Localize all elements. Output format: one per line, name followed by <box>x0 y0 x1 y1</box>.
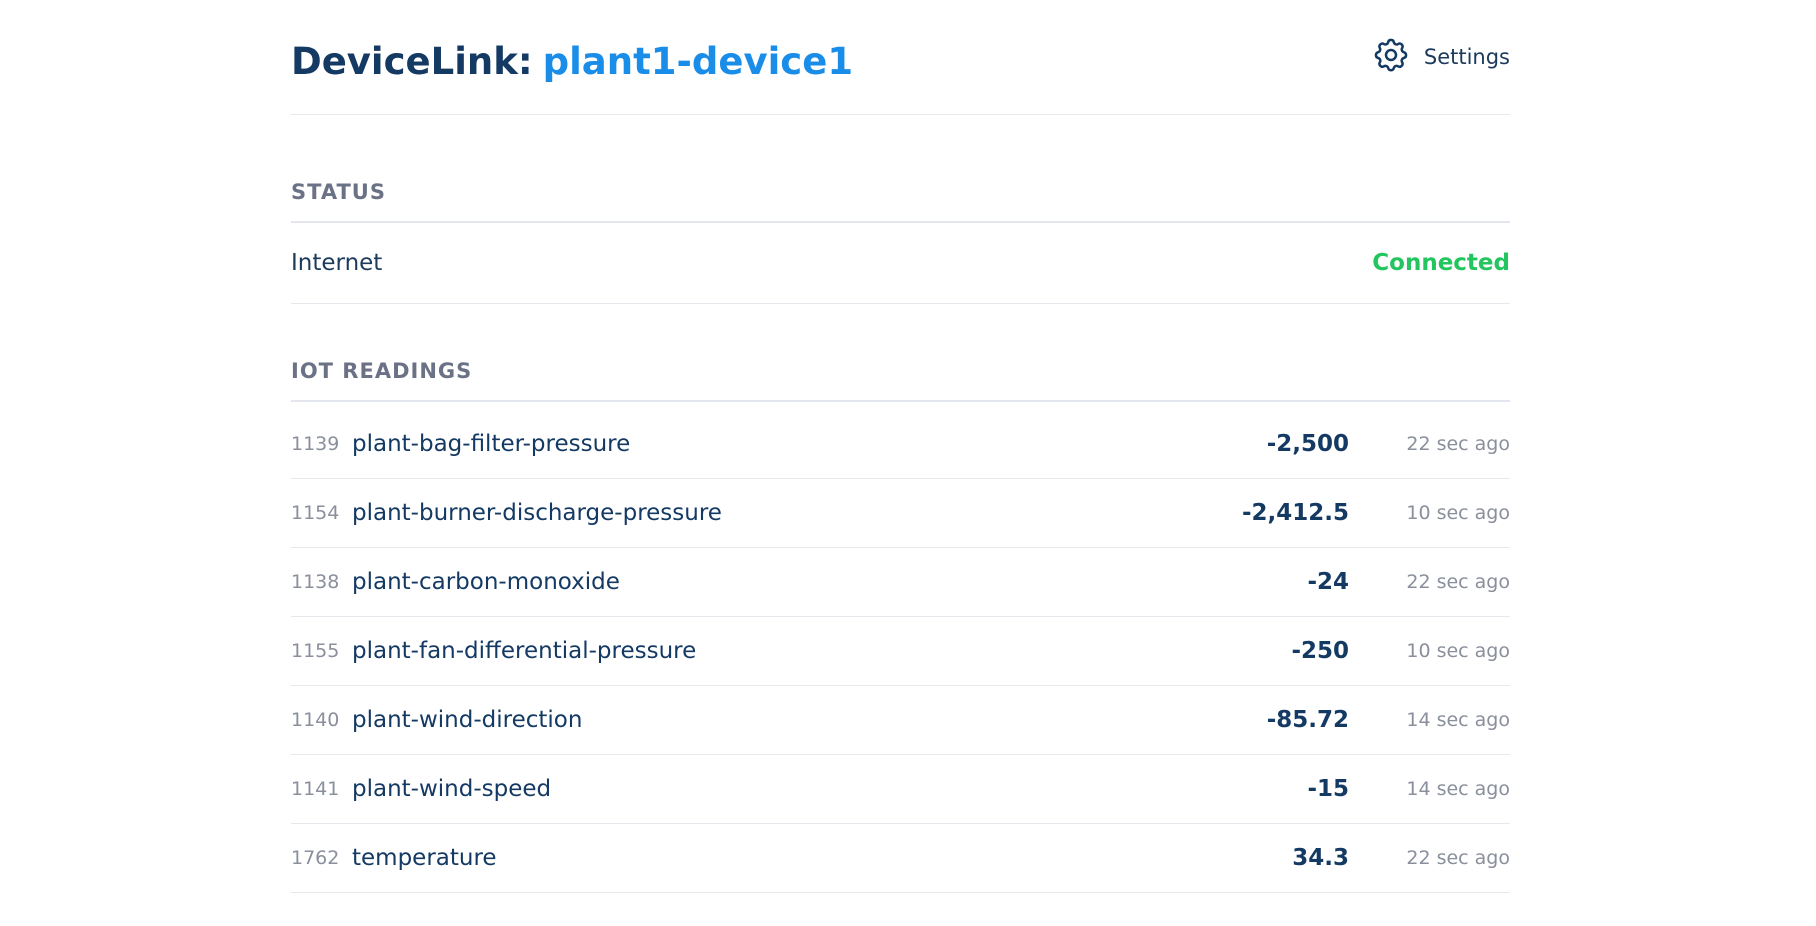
reading-value: -250 <box>1291 638 1349 664</box>
reading-value: -15 <box>1307 776 1349 802</box>
reading-timestamp: 22 sec ago <box>1406 433 1510 455</box>
reading-row[interactable]: 1141 plant-wind-speed -15 14 sec ago <box>291 755 1510 824</box>
reading-name: plant-wind-direction <box>352 707 583 733</box>
settings-label: Settings <box>1423 45 1510 69</box>
reading-value: -85.72 <box>1266 707 1349 733</box>
reading-value: -2,500 <box>1266 431 1349 457</box>
reading-timestamp: 10 sec ago <box>1406 502 1510 524</box>
reading-id: 1155 <box>291 640 340 662</box>
reading-name: plant-fan-differential-pressure <box>352 638 697 664</box>
reading-row[interactable]: 1154 plant-burner-discharge-pressure -2,… <box>291 479 1510 548</box>
status-badge: Connected <box>1372 250 1510 276</box>
page-header: DeviceLink: plant1-device1 Settings <box>291 0 1510 115</box>
reading-name: plant-burner-discharge-pressure <box>352 500 722 526</box>
reading-timestamp: 14 sec ago <box>1406 778 1510 800</box>
reading-value: -2,412.5 <box>1241 500 1349 526</box>
settings-button[interactable]: Settings <box>1371 37 1510 77</box>
main-container: DeviceLink: plant1-device1 Settings STATU… <box>291 0 1510 893</box>
reading-value: -24 <box>1307 569 1349 595</box>
reading-row[interactable]: 1139 plant-bag-filter-pressure -2,500 22… <box>291 410 1510 479</box>
status-label: Internet <box>291 250 383 276</box>
reading-name: plant-carbon-monoxide <box>352 569 620 595</box>
device-name: plant1-device1 <box>542 40 854 83</box>
reading-name: plant-bag-filter-pressure <box>352 431 631 457</box>
readings-list: 1139 plant-bag-filter-pressure -2,500 22… <box>291 410 1510 893</box>
reading-value: 34.3 <box>1292 845 1349 871</box>
reading-id: 1141 <box>291 778 340 800</box>
reading-row[interactable]: 1155 plant-fan-differential-pressure -25… <box>291 617 1510 686</box>
status-row-internet: Internet Connected <box>291 223 1510 304</box>
reading-id: 1154 <box>291 502 340 524</box>
reading-name: plant-wind-speed <box>352 776 552 802</box>
page-title: DeviceLink: plant1-device1 <box>291 37 853 87</box>
reading-id: 1139 <box>291 433 340 455</box>
reading-row[interactable]: 1140 plant-wind-direction -85.72 14 sec … <box>291 686 1510 755</box>
reading-row[interactable]: 1762 temperature 34.3 22 sec ago <box>291 824 1510 893</box>
reading-timestamp: 22 sec ago <box>1406 571 1510 593</box>
reading-id: 1762 <box>291 847 340 869</box>
title-prefix: DeviceLink: <box>291 40 533 83</box>
reading-timestamp: 10 sec ago <box>1406 640 1510 662</box>
reading-row[interactable]: 1138 plant-carbon-monoxide -24 22 sec ag… <box>291 548 1510 617</box>
gear-icon <box>1371 35 1424 79</box>
status-section-title: STATUS <box>291 180 386 204</box>
iot-divider <box>291 400 1510 402</box>
reading-timestamp: 22 sec ago <box>1406 847 1510 869</box>
iot-section-title: IOT READINGS <box>291 359 473 383</box>
reading-name: temperature <box>352 845 497 871</box>
reading-id: 1140 <box>291 709 340 731</box>
reading-id: 1138 <box>291 571 340 593</box>
reading-timestamp: 14 sec ago <box>1406 709 1510 731</box>
